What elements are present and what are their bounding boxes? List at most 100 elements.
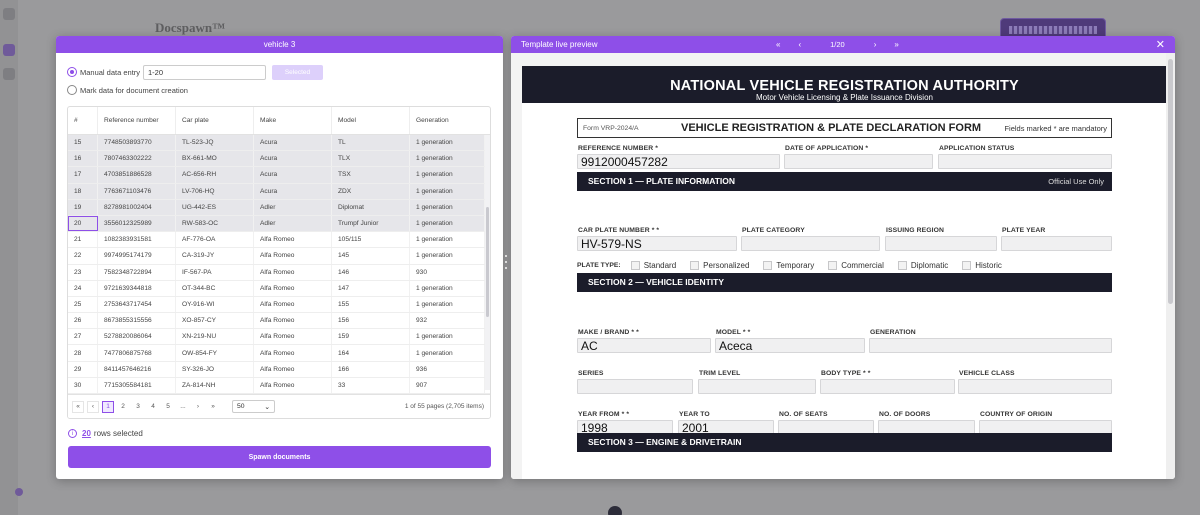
table-cell: 23 <box>68 264 98 280</box>
table-cell: 8278981002404 <box>98 199 176 215</box>
table-cell: Alfa Romeo <box>254 296 332 313</box>
issuing-region-field <box>885 236 997 251</box>
table-cell: Trumpf Junior <box>332 215 410 232</box>
make-field: AC <box>577 338 711 353</box>
table-cell: TL-523-JQ <box>176 135 254 151</box>
next-document-button[interactable]: › <box>874 40 877 49</box>
body-type-label: BODY TYPE * * <box>821 370 871 377</box>
plate-label: CAR PLATE NUMBER * * <box>578 227 660 234</box>
table-cell: Diplomat <box>332 199 410 215</box>
generation-label: GENERATION <box>870 329 916 336</box>
make-label: MAKE / BRAND * * <box>578 329 639 336</box>
series-field <box>577 379 693 394</box>
grid-scrollbar[interactable] <box>485 135 490 390</box>
table-cell: Alfa Romeo <box>254 280 332 296</box>
mark-data-radio[interactable] <box>67 85 77 95</box>
grid-scroll-thumb[interactable] <box>486 207 489 317</box>
panel-resize-handle[interactable] <box>505 255 508 269</box>
table-cell: 166 <box>332 361 410 377</box>
table-row[interactable]: 23 7582348722894 IF-567-PA Alfa Romeo 146 930 <box>68 264 490 281</box>
column-header[interactable]: Make <box>254 107 332 134</box>
table-cell: 19 <box>68 199 98 215</box>
table-row[interactable]: 25 2753643717454 OY-916-WI Alfa Romeo 155 1 g… <box>68 296 490 314</box>
table-cell: IF-567-PA <box>176 264 254 280</box>
manual-entry-option[interactable]: Manual data entry <box>67 67 140 77</box>
table-row[interactable]: 21 1082383931581 AF-776-OA Alfa Romeo 105/11… <box>68 232 490 249</box>
first-document-button[interactable]: « <box>776 40 780 49</box>
page-button[interactable]: 1 <box>102 400 114 413</box>
status-field <box>938 154 1112 169</box>
preview-scroll-thumb[interactable] <box>1168 59 1173 304</box>
table-cell: Acura <box>254 151 332 167</box>
table-row[interactable]: 20 3556012325989 RW-583-OC Adler Trumpf Juni… <box>68 215 490 233</box>
table-cell: BX-661-MO <box>176 151 254 167</box>
select-button[interactable]: Selected <box>272 65 323 80</box>
preview-scrollbar[interactable] <box>1166 53 1175 479</box>
column-header[interactable]: Model <box>332 107 410 134</box>
spawn-documents-button[interactable]: Spawn documents <box>68 446 491 468</box>
close-icon[interactable]: ✕ <box>1156 38 1165 51</box>
table-cell: Alfa Romeo <box>254 345 332 361</box>
table-row[interactable]: 24 9721639344818 OT-344-BC Alfa Romeo 147 1 g… <box>68 280 490 297</box>
page-ellipsis[interactable]: ... <box>177 401 189 413</box>
column-header[interactable]: Car plate <box>176 107 254 134</box>
column-header[interactable]: Reference number <box>98 107 176 134</box>
issuing-region-label: ISSUING REGION <box>886 227 945 234</box>
prev-document-button[interactable]: ‹ <box>798 40 801 49</box>
manual-entry-radio[interactable] <box>67 67 77 77</box>
column-header[interactable]: Generation <box>410 107 485 134</box>
table-cell: 22 <box>68 248 98 264</box>
table-cell: 7582348722894 <box>98 264 176 280</box>
body-type-field <box>820 379 955 394</box>
table-row[interactable]: 17 4703851886528 AC-656-RH Acura TSX 1 genera… <box>68 167 490 184</box>
section-title: SECTION 3 — ENGINE & DRIVETRAIN <box>588 437 742 447</box>
table-cell: 156 <box>332 313 410 329</box>
table-row[interactable]: 30 7715305584181 ZA-814-NH Alfa Romeo 33 907 <box>68 377 490 394</box>
plate-year-label: PLATE YEAR <box>1002 227 1046 234</box>
page-button[interactable]: 4 <box>147 401 159 413</box>
table-cell: ZA-814-NH <box>176 377 254 393</box>
table-row[interactable]: 27 5278820086064 XN-219-NU Alfa Romeo 159 1 g… <box>68 329 490 346</box>
table-row[interactable]: 28 7477806875768 OW-854-FY Alfa Romeo 164 1 g… <box>68 345 490 362</box>
mark-data-option[interactable]: Mark data for document creation <box>67 85 188 95</box>
table-row[interactable]: 15 7748503893770 TL-523-JQ Acura TL 1 generat… <box>68 135 490 152</box>
panel-title: vehicle 3 <box>56 36 503 53</box>
last-page-button[interactable]: » <box>207 401 219 413</box>
page-size-select[interactable]: 50 ⌄ <box>232 400 275 413</box>
seats-label: NO. OF SEATS <box>779 411 828 418</box>
last-document-button[interactable]: » <box>894 40 898 49</box>
next-page-button[interactable]: › <box>192 401 204 413</box>
range-input[interactable] <box>143 65 266 80</box>
table-row[interactable]: 19 8278981002404 UG-442-ES Adler Diplomat 1 g… <box>68 199 490 216</box>
table-row[interactable]: 26 8673855315556 XO-857-CY Alfa Romeo 156 932 <box>68 313 490 330</box>
table-cell: 20 <box>68 215 98 232</box>
plate-year-field <box>1001 236 1112 251</box>
table-cell: 25 <box>68 296 98 313</box>
table-row[interactable]: 22 9974995174179 CA-319-JY Alfa Romeo 145 1 g… <box>68 248 490 265</box>
table-cell: 7715305584181 <box>98 377 176 393</box>
background-sidebar <box>0 0 23 515</box>
table-cell: 145 <box>332 248 410 264</box>
first-page-button[interactable]: « <box>72 400 84 413</box>
table-cell: 936 <box>410 361 485 377</box>
table-cell: LV-706-HQ <box>176 183 254 199</box>
column-header[interactable]: # <box>68 107 98 134</box>
table-row[interactable]: 29 8411457646216 SY-326-JO Alfa Romeo 166 936 <box>68 361 490 378</box>
table-cell: Acura <box>254 183 332 199</box>
table-cell: OT-344-BC <box>176 280 254 296</box>
rows-selected-text: rows selected <box>93 429 143 438</box>
page-button[interactable]: 5 <box>162 401 174 413</box>
prev-page-button[interactable]: ‹ <box>87 400 99 413</box>
document-page: NATIONAL VEHICLE REGISTRATION AUTHORITY … <box>522 66 1167 479</box>
rows-selected-count[interactable]: 20 <box>82 429 91 438</box>
table-cell: 1 generation <box>410 232 485 248</box>
table-row[interactable]: 16 7807463302222 BX-661-MO Acura TLX 1 genera… <box>68 151 490 168</box>
form-title-box: Fields marked * are mandatory Form VRP-2… <box>577 118 1112 138</box>
page-button[interactable]: 2 <box>117 401 129 413</box>
plate-field: HV-579-NS <box>577 236 737 251</box>
plate-category-field <box>741 236 880 251</box>
authority-subtitle: Motor Vehicle Licensing & Plate Issuance… <box>756 93 933 102</box>
table-row[interactable]: 18 7763671103476 LV-706-HQ Acura ZDX 1 genera… <box>68 183 490 200</box>
reference-field: 9912000457282 <box>577 154 780 169</box>
page-button[interactable]: 3 <box>132 401 144 413</box>
